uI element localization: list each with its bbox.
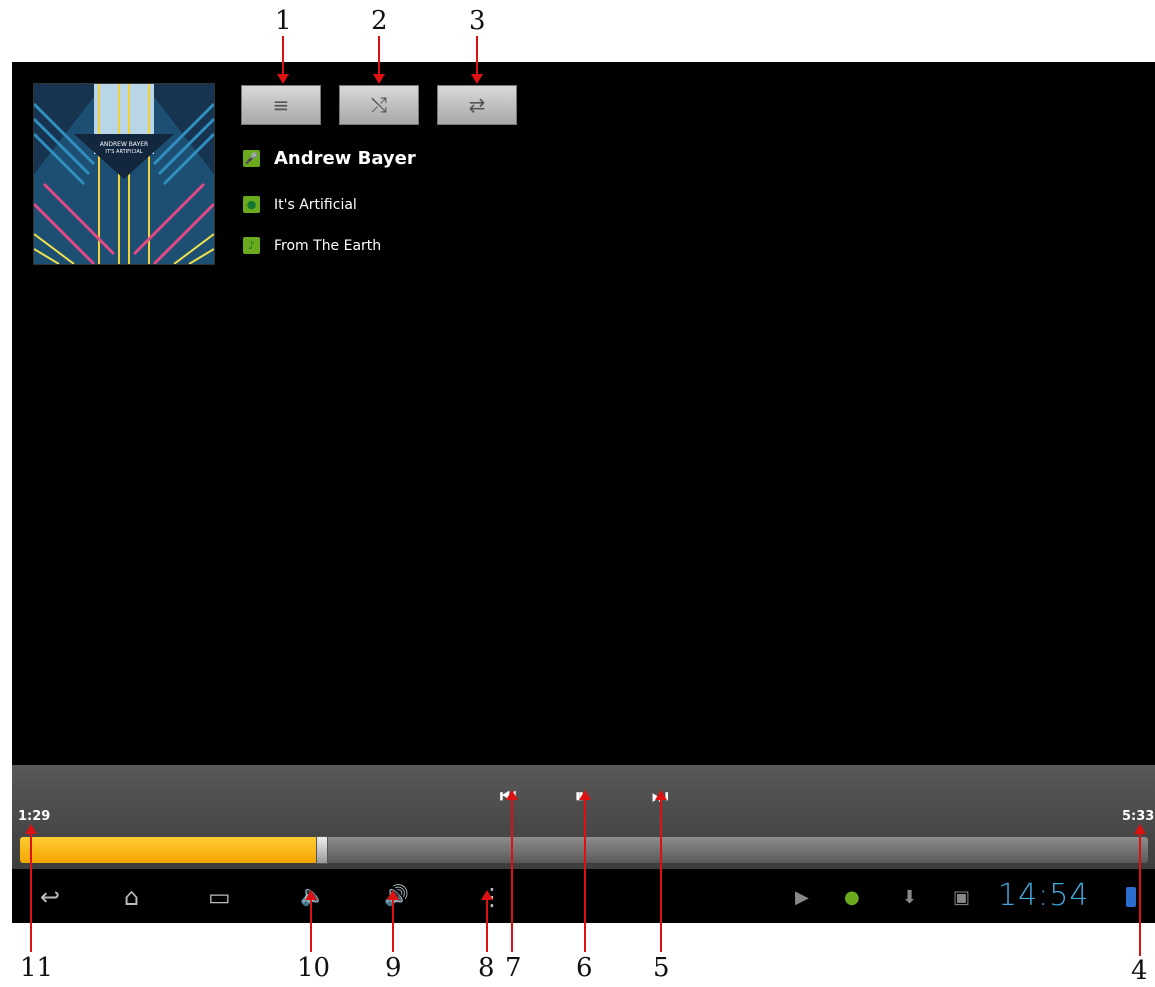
battery-icon (1126, 887, 1136, 907)
repeat-icon: ⇄ (468, 93, 486, 117)
svg-text:IT'S ARTIFICIAL: IT'S ARTIFICIAL (105, 149, 142, 155)
back-icon[interactable]: ↩ (40, 883, 60, 911)
callout-10: 10 (297, 953, 331, 983)
callout-line-3 (471, 36, 483, 84)
playlist-button[interactable]: ≡ (241, 85, 321, 125)
elapsed-time: 1:29 (18, 809, 51, 824)
callout-8: 8 (478, 953, 495, 983)
callout-7: 7 (505, 953, 522, 983)
seek-progress (20, 837, 323, 863)
music-note-icon: ♪ (243, 237, 260, 254)
callout-line-8 (481, 890, 493, 952)
recents-icon[interactable]: ▭ (208, 883, 231, 911)
callout-9: 9 (385, 953, 402, 983)
callout-line-7 (506, 790, 518, 952)
callout-6: 6 (576, 953, 593, 983)
callout-line-11 (25, 824, 37, 952)
shuffle-button[interactable]: ⤭ (339, 85, 419, 125)
shuffle-icon: ⤭ (371, 93, 387, 117)
download-status-icon: ⬇ (902, 887, 918, 908)
album-art: ANDREW BAYER IT'S ARTIFICIAL (33, 83, 215, 265)
callout-line-2 (373, 36, 385, 84)
callout-line-9 (387, 890, 399, 952)
callout-line-1 (277, 36, 289, 84)
status-clock: 14:54 (998, 878, 1090, 913)
total-time: 5:33 (1122, 809, 1155, 824)
home-icon[interactable]: ⌂ (124, 883, 139, 911)
repeat-button[interactable]: ⇄ (437, 85, 517, 125)
seek-thumb[interactable] (316, 836, 329, 864)
callout-4: 4 (1131, 956, 1148, 986)
album-art-image: ANDREW BAYER IT'S ARTIFICIAL (34, 84, 214, 264)
album-row: ● It's Artificial (243, 196, 357, 213)
callout-11: 11 (20, 953, 54, 983)
media-play-status-icon: ▶ (795, 887, 809, 908)
playlist-icon: ≡ (272, 93, 290, 117)
callout-2: 2 (371, 6, 388, 36)
artist-name: Andrew Bayer (274, 148, 416, 169)
album-name: It's Artificial (274, 196, 357, 213)
callout-1: 1 (275, 6, 292, 36)
callout-line-6 (579, 790, 591, 952)
callout-line-4 (1134, 824, 1146, 956)
track-name: From The Earth (274, 237, 382, 254)
album-disc-icon: ● (243, 196, 260, 213)
callout-3: 3 (469, 6, 486, 36)
callout-5: 5 (653, 953, 670, 983)
svg-text:ANDREW BAYER: ANDREW BAYER (100, 141, 148, 148)
track-row: ♪ From The Earth (243, 237, 381, 254)
artist-row: 🎤 Andrew Bayer (243, 148, 416, 169)
usb-status-icon: ▣ (953, 887, 971, 908)
android-status-icon: ● (844, 887, 860, 908)
callout-line-5 (655, 790, 667, 952)
callout-line-10 (305, 890, 317, 952)
microphone-icon: 🎤 (243, 150, 260, 167)
